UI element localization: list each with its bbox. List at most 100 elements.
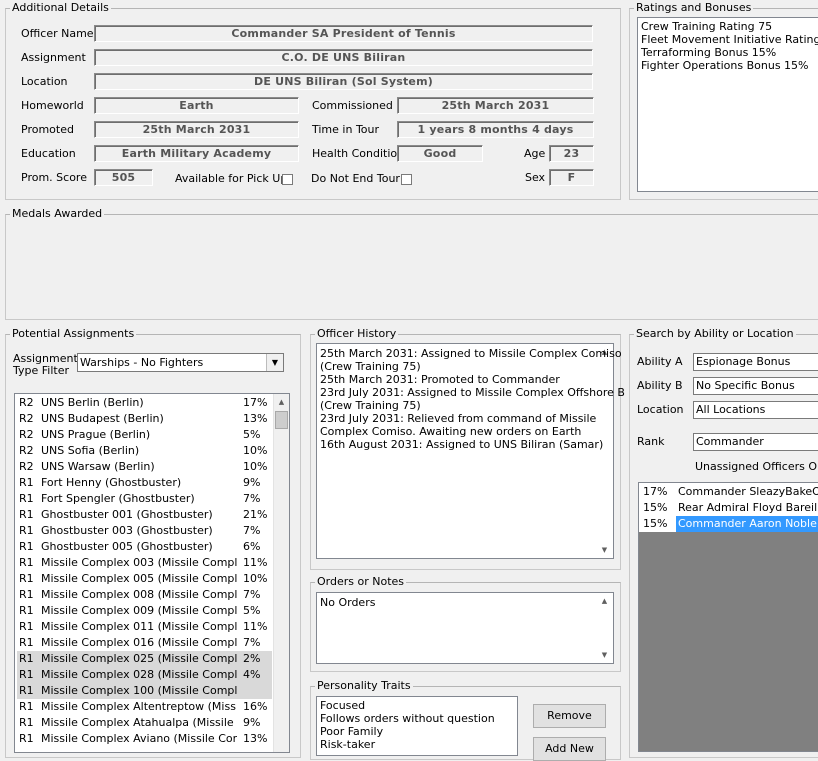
search-result-row[interactable]: 17% Commander SleazyBakeOven [639, 484, 818, 500]
add-new-trait-button[interactable]: Add New [533, 737, 606, 761]
personality-traits-list[interactable]: Focused Follows orders without question … [316, 696, 518, 756]
rank-select[interactable]: Commander [693, 433, 818, 451]
assignment-rank: R2 [19, 396, 34, 409]
ability-a-label: Ability A [637, 355, 683, 368]
search-results-list[interactable]: 17% Commander SleazyBakeOven 15% Rear Admir… [638, 482, 818, 752]
assignment-row[interactable]: R2 UNS Prague (Berlin) 5% [17, 427, 272, 443]
scroll-thumb[interactable] [275, 411, 288, 429]
chevron-down-icon[interactable]: ▼ [266, 354, 283, 371]
ability-b-label: Ability B [637, 379, 683, 392]
not-end-tour-checkbox[interactable] [401, 174, 412, 185]
assignment-row[interactable]: R1 Missile Complex 008 (Missile Complex) 7… [17, 587, 272, 603]
scroll-up-icon[interactable]: ▲ [274, 394, 289, 410]
assignment-name: Missile Complex Aviano (Missile Complex) [41, 732, 237, 745]
assignment-name: Fort Spengler (Ghostbuster) [41, 492, 195, 505]
orders-scrollbar[interactable]: ▲ ▼ [597, 593, 613, 663]
assignment-rank: R1 [19, 540, 34, 553]
trait-item[interactable]: Follows orders without question [320, 712, 495, 725]
potential-assignments-list[interactable]: R1 Missile Complex Aviano (Missile Comple… [14, 393, 290, 753]
pickup-checkbox[interactable] [282, 174, 293, 185]
assignment-percent: 13% [243, 412, 268, 425]
assignment-rank: R2 [19, 460, 34, 473]
medals-group: Medals Awarded [5, 208, 818, 320]
assignment-filter-label-line2: Type Filter [13, 364, 70, 377]
assignment-rank: R1 [19, 732, 34, 745]
assignment-name: Missile Complex 008 (Missile Complex) [41, 588, 237, 601]
personality-legend: Personality Traits [317, 679, 411, 692]
search-location-select[interactable]: All Locations [693, 401, 818, 419]
assignment-row[interactable]: R1 Missile Complex 011 (Missile Complex) 1… [17, 619, 272, 635]
education-label: Education [21, 147, 76, 160]
assignment-row[interactable]: R1 Missile Complex 005 (Missile Complex) 1… [17, 571, 272, 587]
assignment-row[interactable]: R1 Missile Complex 025 (Missile Complex) 2… [17, 651, 272, 667]
orders-text[interactable]: No Orders ▲ ▼ [316, 592, 614, 664]
history-line: Complex Comiso. Awaiting new orders on E… [320, 425, 582, 438]
assignment-name: Missile Complex Altentreptow (Missile Co… [41, 700, 237, 713]
ability-b-select[interactable]: No Specific Bonus [693, 377, 818, 395]
assignment-row[interactable]: R1 Ghostbuster 003 (Ghostbuster) 7% [17, 523, 272, 539]
assignment-row[interactable]: R1 Missile Complex Aviano (Missile Comple… [17, 731, 272, 747]
assignment-name: Missile Complex 025 (Missile Complex) [41, 652, 237, 665]
scroll-up-icon[interactable]: ▲ [597, 593, 612, 609]
rank-value: Commander [696, 435, 764, 448]
assignment-row[interactable]: R1 Ghostbuster 005 (Ghostbuster) 6% [17, 539, 272, 555]
time-in-tour-label: Time in Tour [312, 123, 380, 136]
commissioned-field: 25th March 2031 [397, 97, 594, 114]
assignment-row[interactable]: R1 Missile Complex 003 (Missile Complex) 1… [17, 555, 272, 571]
prom-score-field: 505 [94, 169, 153, 186]
potential-assignments-scrollbar[interactable]: ▲ [273, 394, 289, 752]
ratings-legend: Ratings and Bonuses [636, 1, 752, 14]
assignment-row[interactable]: R1 Ghostbuster 001 (Ghostbuster) 21% [17, 507, 272, 523]
assignment-type-filter-select[interactable]: Warships - No Fighters ▼ [77, 353, 284, 372]
assignment-percent: 4% [243, 668, 261, 681]
officer-name-label: Officer Name [21, 27, 94, 40]
assignment-rank: R1 [19, 476, 34, 489]
trait-item[interactable]: Risk-taker [320, 738, 375, 751]
assignment-row[interactable]: R1 Missile Complex Altentreptow (Missile … [17, 699, 272, 715]
medals-legend: Medals Awarded [12, 207, 103, 220]
assignment-percent: 11% [243, 620, 268, 633]
assignment-row[interactable]: R1 Missile Complex 100 (Missile Complex) [17, 683, 272, 699]
trait-item[interactable]: Poor Family [320, 725, 383, 738]
ratings-list: Crew Training Rating 75 Fleet Movement I… [637, 17, 818, 192]
rating-item: Terraforming Bonus 15% [641, 46, 777, 59]
scroll-down-icon[interactable]: ▼ [597, 647, 612, 663]
unassigned-only-label: Unassigned Officers Only [695, 460, 818, 473]
health-label: Health Condition [312, 147, 405, 160]
assignment-percent: 5% [243, 428, 261, 441]
assignment-rank: R1 [19, 508, 34, 521]
assignment-row[interactable]: R1 Missile Complex 016 (Missile Complex) 7… [17, 635, 272, 651]
assignment-name: UNS Sofia (Berlin) [41, 444, 140, 457]
additional-details-legend: Additional Details [12, 1, 109, 14]
assignment-row[interactable]: R2 UNS Sofia (Berlin) 10% [17, 443, 272, 459]
assignment-row[interactable]: R1 Fort Spengler (Ghostbuster) 7% [17, 491, 272, 507]
remove-trait-button[interactable]: Remove [533, 704, 606, 728]
search-location-label: Location [637, 403, 684, 416]
assignment-name: UNS Prague (Berlin) [41, 428, 151, 441]
assignment-row[interactable]: R2 UNS Warsaw (Berlin) 10% [17, 459, 272, 475]
ability-a-select[interactable]: Espionage Bonus [693, 353, 818, 371]
assignment-rank: R1 [19, 588, 34, 601]
trait-item[interactable]: Focused [320, 699, 365, 712]
assignment-name: UNS Berlin (Berlin) [41, 396, 144, 409]
assignment-rank: R1 [19, 716, 34, 729]
search-result-row[interactable]: 15% Rear Admiral Floyd Bareilles [639, 500, 818, 516]
assignment-row[interactable]: R1 Missile Complex Atahualpa (Missile Com… [17, 715, 272, 731]
rating-item: Fighter Operations Bonus 15% [641, 59, 809, 72]
assignment-rank: R1 [19, 524, 34, 537]
assignment-row[interactable]: R1 Fort Henny (Ghostbuster) 9% [17, 475, 272, 491]
assignment-row[interactable]: R2 UNS Budapest (Berlin) 13% [17, 411, 272, 427]
officer-history-text[interactable]: ▲ ▼ 25th March 2031: Assigned to Missile… [316, 343, 625, 559]
scroll-down-icon[interactable]: ▼ [597, 542, 612, 558]
assignment-rank: R1 [19, 700, 34, 713]
search-result-row[interactable]: 15% Commander Aaron Noble [639, 516, 818, 532]
location-field: DE UNS Biliran (Sol System) [94, 73, 593, 90]
assignment-row[interactable]: R2 UNS Berlin (Berlin) 17% [17, 395, 272, 411]
search-result-percent: 15% [643, 501, 668, 514]
assignment-name: Missile Complex Atahualpa (Missile Compl… [41, 716, 237, 729]
history-scrollbar[interactable]: ▲ ▼ [597, 344, 613, 558]
assignment-percent: 2% [243, 652, 261, 665]
assignment-row[interactable]: R1 Missile Complex 028 (Missile Complex) 4… [17, 667, 272, 683]
assignment-row[interactable]: R1 Missile Complex 009 (Missile Complex) 5… [17, 603, 272, 619]
assignment-rank: R1 [19, 636, 34, 649]
